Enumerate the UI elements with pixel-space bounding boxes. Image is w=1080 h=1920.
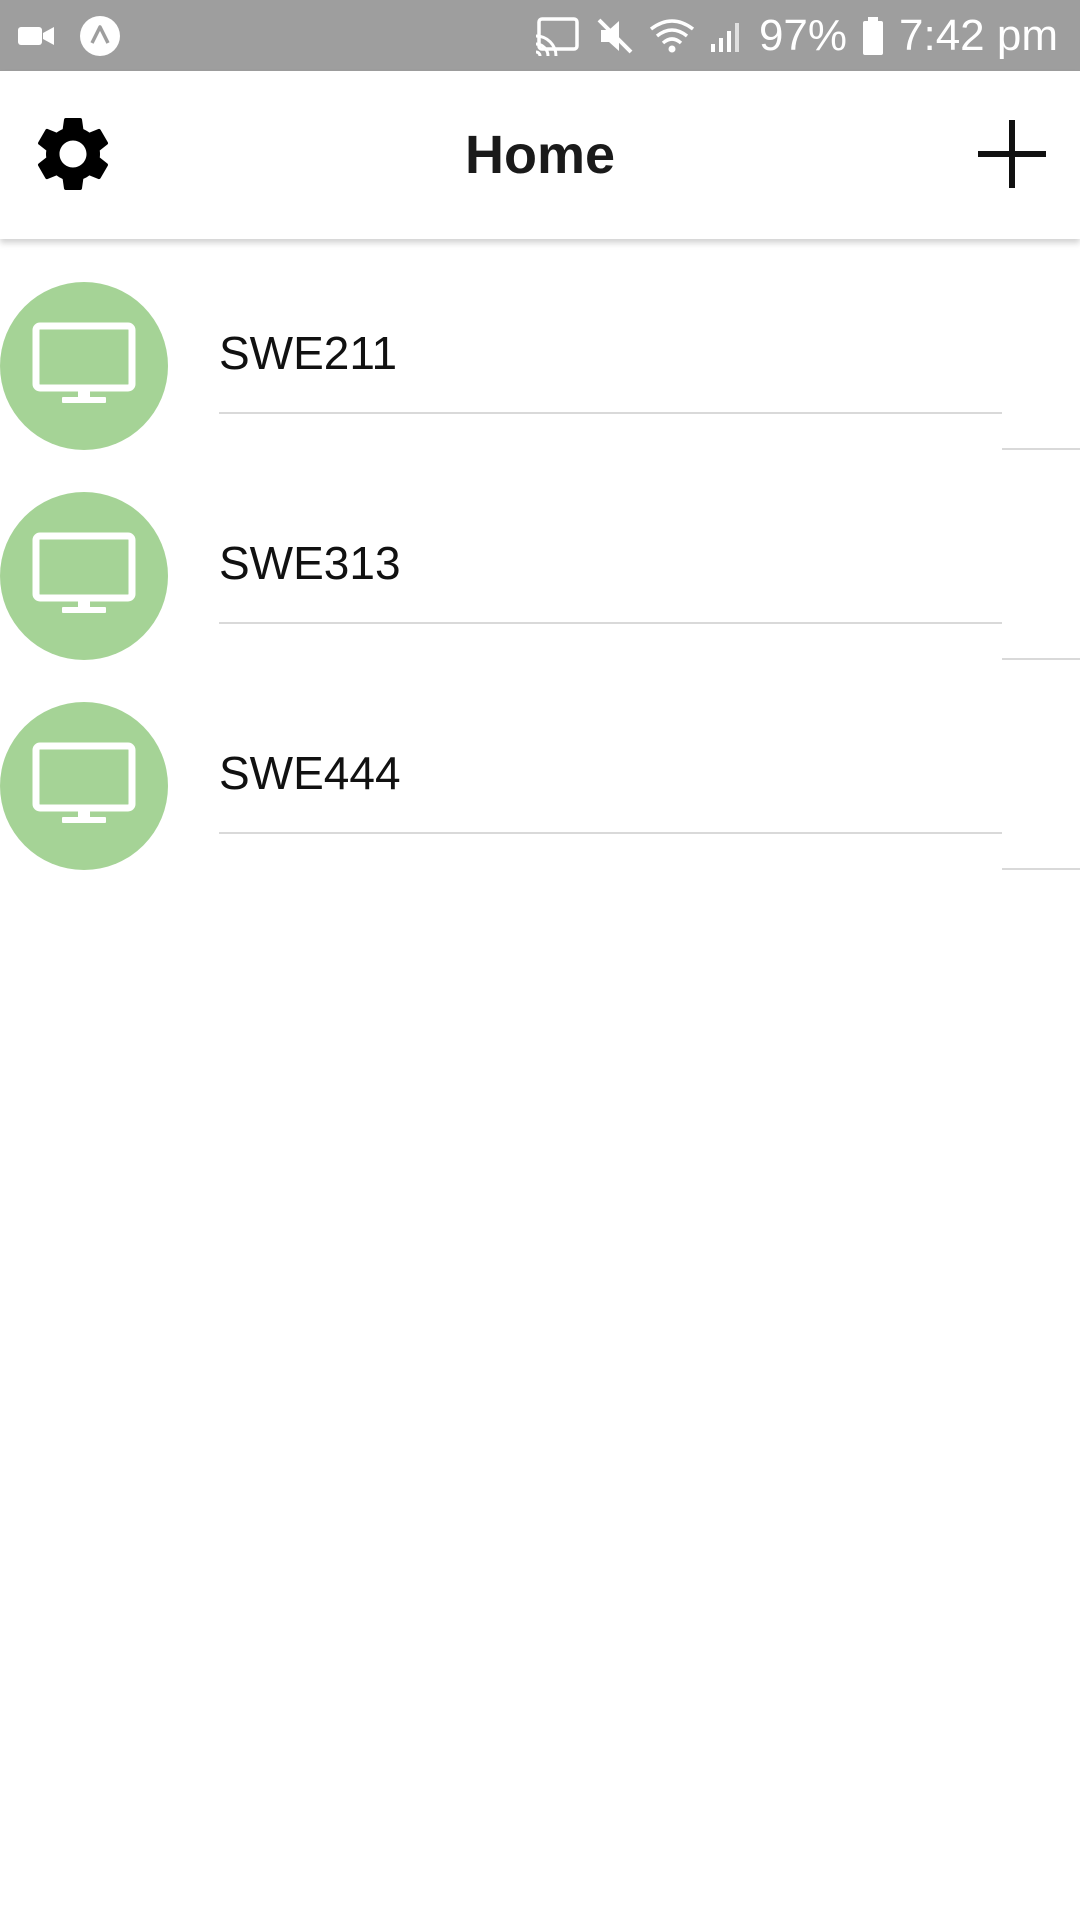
video-camera-icon bbox=[16, 21, 56, 51]
list-divider bbox=[219, 832, 1002, 834]
app-bar: Home bbox=[0, 71, 1080, 239]
status-bar: 97% 7:42 pm bbox=[0, 0, 1080, 71]
list-divider bbox=[219, 412, 1002, 414]
battery-percentage: 97% bbox=[758, 11, 848, 60]
device-avatar bbox=[0, 282, 168, 450]
status-bar-left bbox=[16, 0, 122, 71]
page-title: Home bbox=[464, 125, 616, 185]
list-item-label: SWE211 bbox=[219, 327, 398, 379]
monitor-icon bbox=[32, 532, 136, 621]
signal-icon bbox=[709, 18, 745, 54]
battery-icon bbox=[861, 16, 885, 56]
plus-icon bbox=[976, 118, 1048, 195]
monitor-icon bbox=[32, 742, 136, 831]
list-item-swe444[interactable]: SWE444 bbox=[0, 659, 1080, 870]
wifi-icon bbox=[649, 17, 695, 55]
app-notification-icon bbox=[78, 14, 122, 58]
status-bar-right: 97% 7:42 pm bbox=[533, 0, 1058, 71]
add-button[interactable] bbox=[970, 114, 1054, 198]
list-divider bbox=[219, 622, 1002, 624]
monitor-icon bbox=[32, 322, 136, 411]
list-item-label: SWE313 bbox=[219, 537, 401, 589]
mute-icon bbox=[595, 16, 635, 56]
list-item-label: SWE444 bbox=[219, 747, 401, 799]
cast-icon bbox=[533, 16, 581, 56]
status-time: 7:42 pm bbox=[899, 11, 1058, 60]
device-avatar bbox=[0, 702, 168, 870]
list-item-swe211[interactable]: SWE211 bbox=[0, 239, 1080, 450]
screen: 97% 7:42 pm Home SWE211 SWE313 SWE444 bbox=[0, 0, 1080, 1920]
device-avatar bbox=[0, 492, 168, 660]
list-item-swe313[interactable]: SWE313 bbox=[0, 449, 1080, 660]
device-list: SWE211 SWE313 SWE444 bbox=[0, 239, 1080, 870]
list-divider bbox=[1002, 868, 1080, 870]
